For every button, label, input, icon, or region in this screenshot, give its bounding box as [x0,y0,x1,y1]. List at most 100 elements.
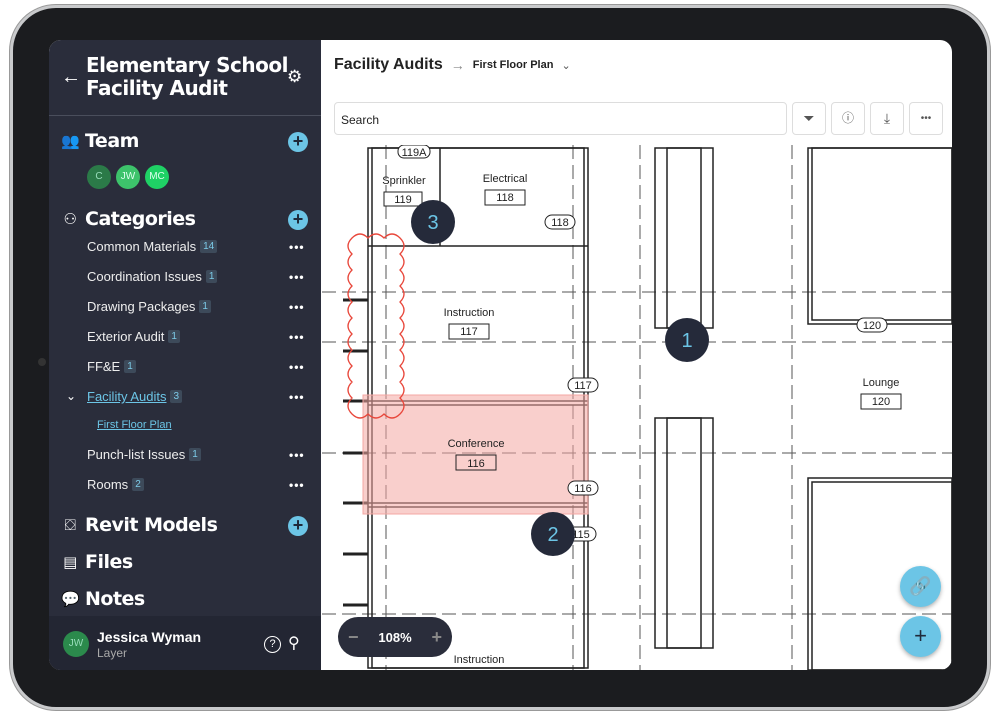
category-item[interactable]: Drawing Packages 1 [87,299,211,314]
info-button[interactable]: ⓘ [831,102,865,135]
subcategory-item[interactable]: First Floor Plan [97,419,172,431]
breadcrumb: Facility Audits → First Floor Plan ⌄ [334,56,571,74]
pin-label: 2 [547,524,558,546]
pin-label: 3 [427,212,438,234]
count-badge: 1 [205,270,218,283]
door-tag: 118 [551,217,569,229]
title-line: Facility Audit [86,76,228,100]
more-icon[interactable]: ••• [289,300,305,314]
count-badge: 1 [124,360,136,373]
team-icon: 👥 [61,132,80,150]
room-number: 118 [496,192,514,204]
more-icon[interactable]: ••• [289,390,305,404]
zoom-in-button[interactable]: + [432,627,443,648]
count-badge: 2 [132,478,144,491]
back-arrow-icon[interactable]: ← [61,66,81,89]
camera [38,358,46,366]
more-icon[interactable]: ••• [289,330,305,344]
more-icon[interactable]: ••• [289,360,305,374]
avatar[interactable]: MC [145,165,169,189]
user-footer: JW Jessica Wyman Layer ? ⚲ [49,616,321,670]
category-item[interactable]: Punch-list Issues 1 [87,447,201,462]
category-label: Common Materials [87,239,197,254]
section-label: Files [85,551,133,573]
more-icon[interactable]: ••• [289,240,305,254]
category-label: Punch-list Issues [87,447,186,462]
arrow-right-icon: → [450,57,465,73]
category-item[interactable]: FF&E 1 [87,359,136,374]
room-number: 116 [467,458,485,470]
gear-icon[interactable]: ⚙ [287,67,302,87]
door-tag: 117 [574,380,592,392]
pin-label: 1 [681,330,692,352]
category-item[interactable]: Rooms 2 [87,477,144,492]
count-badge: 1 [189,448,201,461]
more-icon[interactable]: ••• [289,448,305,462]
category-label: Coordination Issues [87,269,202,284]
sidebar: ← Elementary School Facility Audit ⚙ 👥 Tea… [49,40,321,670]
room-name: Instruction [454,654,505,666]
files-icon: ▤ [63,553,77,571]
divider [49,115,321,116]
zoom-control: − 108% + [338,617,452,657]
chevron-down-icon[interactable]: ⌄ [66,389,76,403]
section-files[interactable]: ▤ Files [61,551,133,573]
door-tag: 119A [402,147,428,159]
title-line: Elementary School [86,53,288,77]
more-icon[interactable]: ••• [289,270,305,284]
add-button[interactable]: + [900,616,941,657]
more-icon[interactable]: ••• [289,478,305,492]
add-category-button[interactable]: + [288,210,308,230]
category-item[interactable]: Common Materials 14 [87,239,218,254]
count-badge: 14 [200,240,218,253]
category-label: Exterior Audit [87,329,165,344]
help-icon[interactable]: ? [264,636,281,653]
page-title[interactable]: Facility Audits [334,56,443,74]
category-label: Drawing Packages [87,299,196,314]
category-item-active[interactable]: Facility Audits 3 [87,389,183,404]
room-number: 117 [460,326,478,338]
avatar[interactable]: C [87,165,111,189]
screen: ← Elementary School Facility Audit ⚙ 👥 Tea… [49,40,952,670]
user-role: Layer [97,646,128,660]
filter-button[interactable]: ⏷ [792,102,826,135]
avatar[interactable]: JW [116,165,140,189]
add-team-button[interactable]: + [288,132,308,152]
hierarchy-icon: ⚇ [63,210,77,228]
link-button[interactable]: 🔗 [900,566,941,607]
section-label: Revit Models [85,514,218,536]
chat-icon: 💬 [61,590,80,608]
chevron-down-icon[interactable]: ⌄ [561,59,570,72]
cube-icon: ⛋ [64,516,76,534]
room-name: Conference [448,438,505,450]
section-revit-models[interactable]: ⛋ Revit Models [61,514,218,536]
count-badge: 1 [168,330,180,343]
category-item[interactable]: Coordination Issues 1 [87,269,218,284]
sheet-selector[interactable]: First Floor Plan [473,59,554,71]
avatar[interactable]: JW [63,631,89,657]
room-name: Lounge [863,377,900,389]
floor-plan[interactable]: Sprinkler 119 Electrical 118 Instruction… [322,145,952,670]
section-label: Categories [85,208,196,230]
door-tag: 120 [863,320,881,332]
category-label: Facility Audits [87,389,167,404]
add-model-button[interactable]: + [288,516,308,536]
room-number: 120 [872,396,890,408]
section-label: Notes [85,588,145,610]
room-name: Sprinkler [382,175,426,187]
category-label: Rooms [87,477,129,492]
more-button[interactable]: ••• [909,102,943,135]
room-name: Instruction [444,307,495,319]
category-item[interactable]: Exterior Audit 1 [87,329,180,344]
download-button[interactable]: ⤓ [870,102,904,135]
project-title: Elementary School Facility Audit [86,54,288,100]
zoom-out-button[interactable]: − [348,627,359,648]
zoom-level: 108% [378,629,412,645]
search-input[interactable]: Search [334,102,787,135]
room-number: 119 [394,194,412,206]
section-team: 👥 Team [61,130,139,152]
section-notes[interactable]: 💬 Notes [61,588,145,610]
user-icon[interactable]: ⚲ [288,633,300,653]
door-tag: 116 [574,483,592,495]
user-name: Jessica Wyman [97,629,202,645]
